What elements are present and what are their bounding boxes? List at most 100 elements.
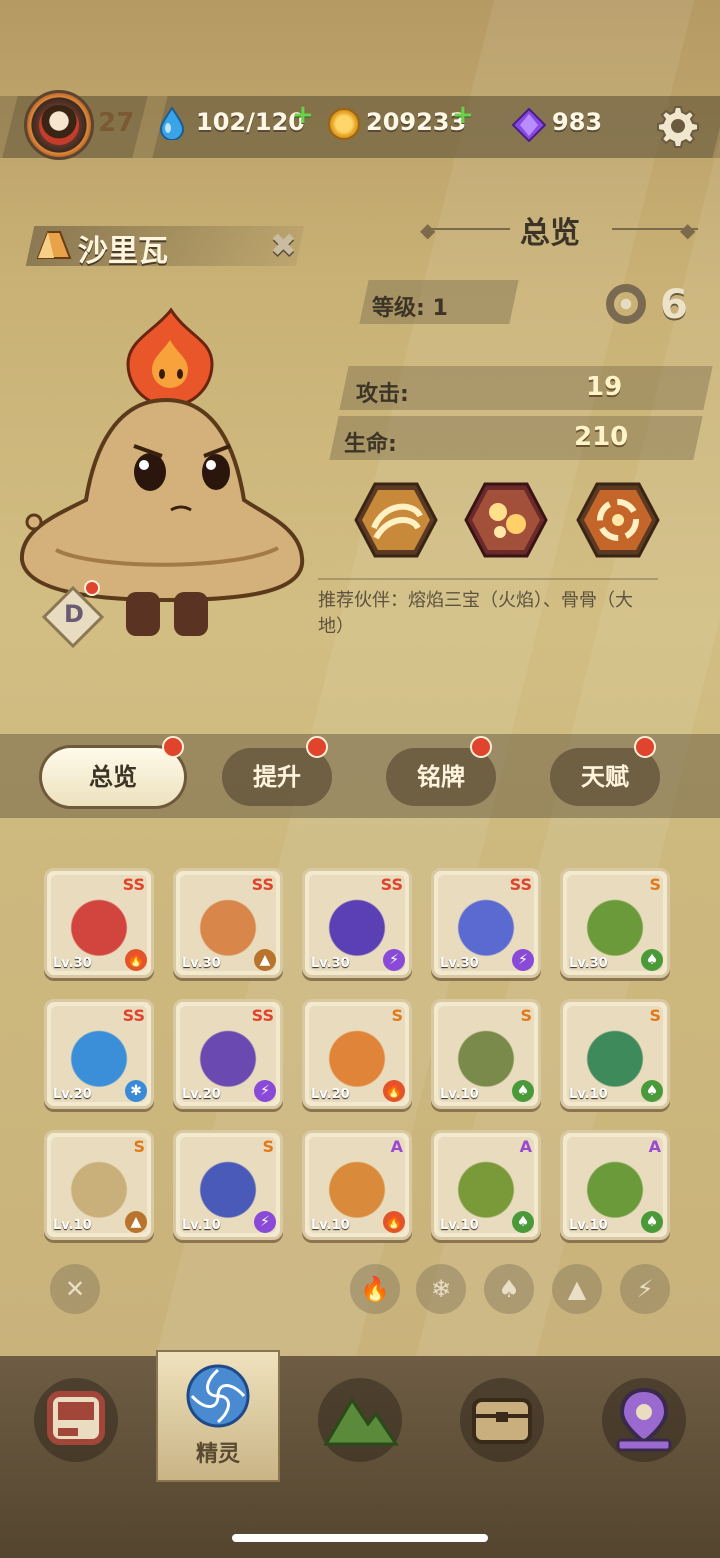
level-label: Lv.10 xyxy=(182,1218,221,1233)
spirit-card[interactable]: A Lv.10 ♠ xyxy=(431,1130,541,1240)
level-label: Lv.30 xyxy=(182,956,221,971)
overview-title: 总览 xyxy=(520,216,580,251)
nav-chest-icon[interactable] xyxy=(460,1378,544,1462)
leaf-element-icon: ♠ xyxy=(641,949,663,971)
level-label: Lv.30 xyxy=(311,956,350,971)
nav-shop-icon[interactable] xyxy=(34,1378,118,1462)
gem-icon xyxy=(512,108,546,142)
stamina-drop-icon xyxy=(159,106,185,140)
rank-badge: SS xyxy=(251,875,274,894)
stamina-value: 102/120 xyxy=(196,108,305,136)
decor-arrow-left: ◆ xyxy=(420,218,436,242)
spirit-card[interactable]: S Lv.30 ♠ xyxy=(560,868,670,978)
rank-badge: A xyxy=(390,1137,403,1156)
add-coins-button[interactable]: + xyxy=(452,100,474,130)
spirit-card[interactable]: SS Lv.30 ⚡ xyxy=(431,868,541,978)
level-label: Lv.30 xyxy=(53,956,92,971)
rank-badge: A xyxy=(519,1137,532,1156)
recommended-partners: 推荐伙伴：熔焰三宝（火焰）、骨骨（大地） xyxy=(318,590,633,637)
level-label: Lv.20 xyxy=(182,1087,221,1102)
rank-badge: SS xyxy=(122,875,145,894)
gems-value: 983 xyxy=(552,108,603,136)
filter-ice-icon[interactable]: ❄ xyxy=(416,1264,466,1314)
spirit-card[interactable]: S Lv.10 ▲ xyxy=(44,1130,154,1240)
skill-claw-icon[interactable] xyxy=(354,482,438,558)
thunder-element-icon: ⚡ xyxy=(254,1080,276,1102)
level-label: Lv.10 xyxy=(311,1218,350,1233)
rank-badge: S xyxy=(391,1006,403,1025)
level-label: Lv.20 xyxy=(311,1087,350,1102)
level-label: Lv.20 xyxy=(53,1087,92,1102)
level-label: Lv.10 xyxy=(569,1087,608,1102)
leaf-element-icon: ♠ xyxy=(512,1080,534,1102)
ice-element-icon: ✱ xyxy=(125,1080,147,1102)
spirit-card[interactable]: SS Lv.30 ⚡ xyxy=(302,868,412,978)
attack-label: 攻击: xyxy=(356,382,409,407)
rank-badge: S xyxy=(133,1137,145,1156)
notification-dot xyxy=(84,580,100,596)
skill-swirl-icon[interactable] xyxy=(576,482,660,558)
decor-line-left xyxy=(430,228,510,230)
level-label: Lv.10 xyxy=(440,1218,479,1233)
filter-leaf-icon[interactable]: ♠ xyxy=(484,1264,534,1314)
spirit-card[interactable]: SS Lv.20 ⚡ xyxy=(173,999,283,1109)
notification-dot xyxy=(470,736,492,758)
earth-element-icon: ▲ xyxy=(254,949,276,971)
leaf-element-icon: ♠ xyxy=(512,1211,534,1233)
level-label: 等级: 1 xyxy=(372,296,448,321)
fire-element-icon: 🔥 xyxy=(125,949,147,971)
spirit-card[interactable]: SS Lv.30 ▲ xyxy=(173,868,283,978)
level-label: Lv.10 xyxy=(569,1218,608,1233)
skill-orbs-icon[interactable] xyxy=(464,482,548,558)
spirit-card[interactable]: S Lv.10 ♠ xyxy=(560,999,670,1109)
spirit-card[interactable]: A Lv.10 🔥 xyxy=(302,1130,412,1240)
rank-badge: A xyxy=(648,1137,661,1156)
leaf-element-icon: ♠ xyxy=(641,1211,663,1233)
rank-badge: S xyxy=(649,875,661,894)
spirit-card[interactable]: SS Lv.30 🔥 xyxy=(44,868,154,978)
attack-value: 19 xyxy=(586,372,623,402)
nav-map-mountain-icon[interactable] xyxy=(318,1378,402,1462)
ring-icon[interactable] xyxy=(606,284,646,324)
leaf-element-icon: ♠ xyxy=(641,1080,663,1102)
spirit-card[interactable]: SS Lv.20 ✱ xyxy=(44,999,154,1109)
spirit-card[interactable]: S Lv.10 ⚡ xyxy=(173,1130,283,1240)
rank-badge: S xyxy=(520,1006,532,1025)
spirit-swirl-icon xyxy=(186,1364,250,1428)
nav-location-icon[interactable] xyxy=(602,1378,686,1462)
level-label: Lv.10 xyxy=(440,1087,479,1102)
hp-label: 生命: xyxy=(344,432,397,457)
tab-overview[interactable]: 总览 xyxy=(42,748,184,806)
add-stamina-button[interactable]: + xyxy=(292,100,314,130)
level-label: Lv.30 xyxy=(440,956,479,971)
notification-dot xyxy=(634,736,656,758)
fire-element-icon: 🔥 xyxy=(383,1211,405,1233)
filter-earth-icon[interactable]: ▲ xyxy=(552,1264,602,1314)
level-label: Lv.10 xyxy=(53,1218,92,1233)
spirit-name: 沙里瓦 xyxy=(78,234,168,269)
earth-element-icon: ▲ xyxy=(125,1211,147,1233)
player-level: 27 xyxy=(98,108,135,138)
hp-value: 210 xyxy=(574,422,629,452)
gear-icon[interactable] xyxy=(656,104,700,148)
player-avatar[interactable] xyxy=(24,90,94,160)
divider xyxy=(318,578,658,580)
thunder-element-icon: ⚡ xyxy=(254,1211,276,1233)
level-label: Lv.30 xyxy=(569,956,608,971)
rank-badge: SS xyxy=(380,875,403,894)
filter-fire-icon[interactable]: 🔥 xyxy=(350,1264,400,1314)
spirit-card[interactable]: A Lv.10 ♠ xyxy=(560,1130,670,1240)
clear-filter-button[interactable]: ✕ xyxy=(50,1264,100,1314)
rank-badge: SS xyxy=(122,1006,145,1025)
rank-badge: S xyxy=(262,1137,274,1156)
close-icon[interactable]: ✖ xyxy=(270,226,297,264)
rank-badge: SS xyxy=(251,1006,274,1025)
notification-dot xyxy=(162,736,184,758)
lock-six-icon[interactable]: 6 xyxy=(660,282,688,328)
home-indicator xyxy=(232,1534,488,1542)
earth-element-icon xyxy=(36,231,72,259)
coin-icon xyxy=(328,108,360,140)
filter-thunder-icon[interactable]: ⚡ xyxy=(620,1264,670,1314)
spirit-card[interactable]: S Lv.10 ♠ xyxy=(431,999,541,1109)
spirit-card[interactable]: S Lv.20 🔥 xyxy=(302,999,412,1109)
